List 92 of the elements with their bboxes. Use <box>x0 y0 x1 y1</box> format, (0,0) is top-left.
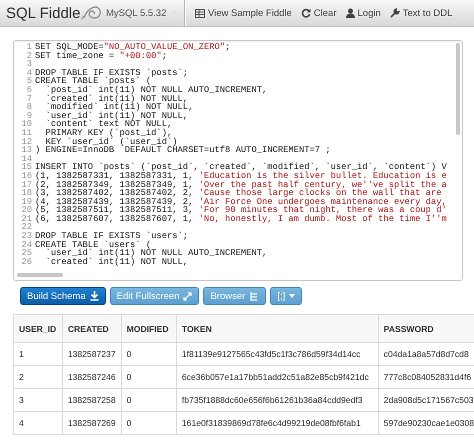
line-number: 13 <box>20 146 33 155</box>
table-cell: 0 <box>121 366 176 388</box>
table-cell: 1382587258 <box>62 388 122 412</box>
refresh-icon <box>300 8 311 18</box>
tree-icon <box>249 292 260 300</box>
line-number: 21 <box>20 214 33 224</box>
line-number: 22 <box>20 223 33 232</box>
table-cell: 0 <box>121 412 176 434</box>
code-line: ) ENGINE=InnoDB DEFAULT CHARSET=utf8 AUTO_INCREMENT=7 ; <box>35 146 331 155</box>
expand-icon <box>183 292 192 300</box>
download-icon <box>90 291 99 301</box>
table-cell: 777c8c084052831d4f6 <box>378 366 474 388</box>
line-number: 8 <box>26 103 33 112</box>
clear-link[interactable]: Clear <box>300 8 336 18</box>
text-to-ddl-link[interactable]: Text to DDL <box>390 8 452 18</box>
line-number: 18 <box>20 189 33 198</box>
code-line: INSERT INTO `posts` (`post_id`, `created`, `modified`, `user_id`, `content`) V <box>35 163 447 172</box>
line-number: 7 <box>26 94 33 104</box>
code-line: (2, 1382587349, 1382587349, 1, 'Over the past half century, we''ve split the a <box>35 180 447 190</box>
table-cell: 1382587269 <box>62 412 122 434</box>
table-cell: 3 <box>14 388 62 412</box>
code-line: CREATE TABLE `users` ( <box>35 240 152 250</box>
code-line: DROP TABLE IF EXISTS `posts`; <box>35 68 188 78</box>
logo-text[interactable]: SQL Fiddle <box>6 4 80 22</box>
table-cell: 597de90230cae1e0308 <box>378 412 474 434</box>
code-line: (1, 1382587331, 1382587331, 1, 'Education is the silver bullet. Education is e <box>35 172 447 180</box>
table-cell: fb735f1888dc60e656f6b61261b36a84cdd9edf3 <box>176 388 378 412</box>
sample-link[interactable]: View Sample Fiddle <box>195 8 292 18</box>
table-cell: 1382587237 <box>62 342 122 366</box>
line-number: 3 <box>26 60 33 69</box>
line-number: 11 <box>20 128 33 138</box>
table-cell: 0 <box>121 388 176 412</box>
line-number: 15 <box>20 163 33 172</box>
code-line: `post_id` int(11) NOT NULL AUTO_INCREMENT, <box>44 86 268 95</box>
wrench-icon <box>390 8 400 18</box>
code-line: (3, 1382587402, 1382587402, 2, 'Cause those large clocks on the wall that are <box>35 189 442 198</box>
code-line: DROP TABLE IF EXISTS `users`; <box>35 232 188 241</box>
code-line: `user_id` int(11) NOT NULL, <box>44 112 188 120</box>
line-number: 1 <box>26 43 33 52</box>
table-cell: 161e0f31839869d78fe6c4d99219de08fbf6fab1 <box>176 412 378 434</box>
scrollbar[interactable] <box>17 273 63 277</box>
column-header: PASSWORD <box>378 314 474 342</box>
line-number: 19 <box>20 198 33 206</box>
line-number: 9 <box>26 112 33 120</box>
code-line: SET SQL_MODE="NO_AUTO_VALUE_ON_ZERO"; <box>35 43 230 52</box>
table-cell: c04da1a8a57d8d7cd8 <box>378 342 474 366</box>
table-cell: 4 <box>14 412 62 434</box>
code-line: SET time_zone = "+00:00"; <box>35 52 167 60</box>
column-header: TOKEN <box>176 314 378 342</box>
line-number: 23 <box>20 232 33 241</box>
column-header: MODIFIED <box>121 314 176 342</box>
line-number: 2 <box>26 52 33 60</box>
code-line: PRIMARY KEY (`post_id`), <box>44 128 172 138</box>
caret-icon <box>289 294 296 298</box>
table-cell: 1 <box>14 342 62 366</box>
line-number: 26 <box>20 258 33 266</box>
line-number: 12 <box>20 138 33 146</box>
table-cell: 2 <box>14 366 62 388</box>
table-cell: 1382587246 <box>62 366 122 388</box>
line-number: 16 <box>20 172 33 180</box>
table-cell: 1f81139e9127565c43fd5c1f3c786d59f34d14cc <box>176 342 378 366</box>
code-line: `created` int(11) NOT NULL, <box>44 94 188 104</box>
line-number: 24 <box>20 240 33 250</box>
code-line: (5, 1382587511, 1382587511, 3, 'For 90 minutes that night, there was a coup d' <box>35 206 447 215</box>
line-number: 5 <box>26 77 33 86</box>
code-line: `created` int(11) NOT NULL, <box>44 258 188 266</box>
column-header: USER_ID <box>14 314 62 342</box>
user-icon <box>346 8 354 18</box>
code-line: (6, 1382587607, 1382587607, 1, 'No, honestly, I am dumb. Most of the time I''m <box>35 214 447 224</box>
line-number: 14 <box>20 154 33 164</box>
shell-icon <box>81 6 102 20</box>
code-line: `user_id` int(11) NOT NULL AUTO_INCREMENT, <box>44 249 268 258</box>
database-selector[interactable]: MySQL 5.5.32 <box>106 8 166 18</box>
code-line: `modified` int(11) NOT NULL, <box>44 103 194 112</box>
line-number: 6 <box>26 86 33 95</box>
line-number: 10 <box>20 120 33 129</box>
line-number: 4 <box>26 68 33 78</box>
code-line: KEY `user_id` (`user_id`) <box>44 138 178 146</box>
build-schema-button[interactable]: Build Schema <box>20 287 106 305</box>
scrollbar[interactable] <box>456 43 460 135</box>
code-line: (4, 1382587439, 1382587439, 2, 'Air Force One undergoes maintenance every day, <box>35 198 447 206</box>
table-cell: 0 <box>121 342 176 366</box>
line-number: 20 <box>20 206 33 215</box>
table-cell: 2da908d5c171567c503 <box>378 388 474 412</box>
column-header: CREATED <box>62 314 122 342</box>
line-number: 25 <box>20 249 33 258</box>
line-number: 17 <box>20 180 33 190</box>
table-cell: 6ce36b057e1a17bb51add2c51a82e85cb9f421dc <box>176 366 378 388</box>
code-line: CREATE TABLE `posts` ( <box>35 77 152 86</box>
login-link[interactable]: Login <box>346 8 381 18</box>
code-line: `content` text NOT NULL, <box>44 120 172 129</box>
list-icon <box>195 8 205 18</box>
